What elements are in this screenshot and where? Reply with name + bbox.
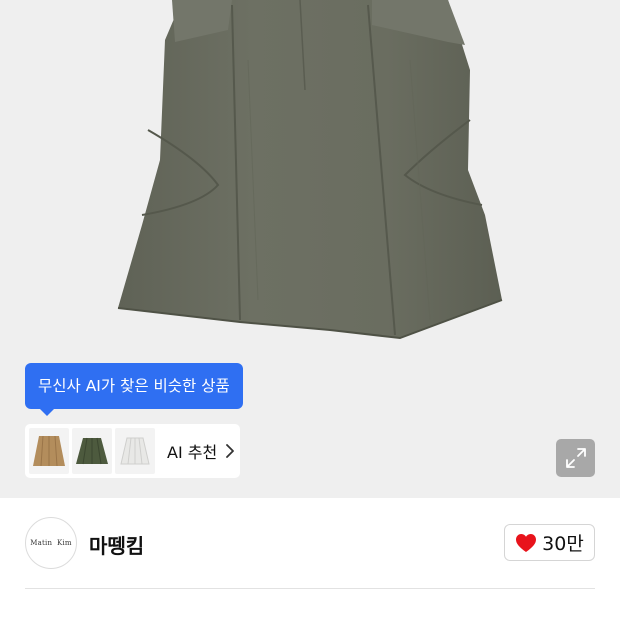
ai-similar-tooltip: 무신사 AI가 찾은 비슷한 상품 xyxy=(25,363,243,416)
brand-name-link[interactable]: 마뗑킴 xyxy=(89,530,144,559)
ai-recommend-label: AI 추천 xyxy=(167,443,218,462)
heart-icon xyxy=(516,533,537,552)
like-count: 30만 xyxy=(542,533,584,555)
divider xyxy=(25,588,595,589)
expand-icon xyxy=(565,448,586,468)
white-skirt-image xyxy=(120,437,150,465)
brand-logo-text: Matin Kim xyxy=(30,539,72,547)
beige-skirt-image xyxy=(33,435,65,467)
brand-logo[interactable]: Matin Kim xyxy=(25,517,77,569)
chevron-right-icon xyxy=(226,444,235,458)
brand-row: Matin Kim 마뗑킴 30만 xyxy=(0,498,620,590)
ai-thumb-khaki-skirt[interactable] xyxy=(72,428,112,474)
ai-recommend-button[interactable]: AI 추천 xyxy=(25,424,240,478)
ai-thumb-beige-skirt[interactable] xyxy=(29,428,69,474)
product-image-area[interactable]: 무신사 AI가 찾은 비슷한 상품 AI 추천 xyxy=(0,0,620,498)
like-button[interactable]: 30만 xyxy=(504,524,595,561)
ai-thumb-white-skirt[interactable] xyxy=(115,428,155,474)
khaki-skirt-image xyxy=(76,437,108,465)
expand-image-button[interactable] xyxy=(556,439,595,477)
